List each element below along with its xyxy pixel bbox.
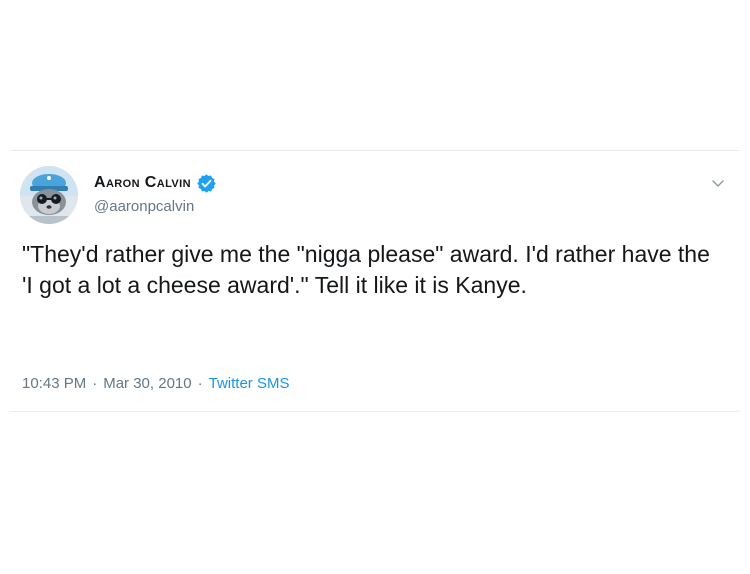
tweet-date[interactable]: Mar 30, 2010 (103, 375, 191, 392)
meta-separator: · (197, 375, 203, 392)
tweet-meta: 10:43 PM · Mar 30, 2010 · Twitter SMS (22, 375, 289, 392)
tweet-card: Aaron Calvin @aaronpcalvin "They'd rathe… (10, 150, 740, 412)
avatar[interactable] (20, 166, 78, 224)
verified-badge-icon (196, 173, 217, 194)
meta-separator: · (92, 375, 98, 392)
tweet-time[interactable]: 10:43 PM (22, 375, 86, 392)
tweet-text: "They'd rather give me the "nigga please… (22, 241, 710, 298)
avatar-image (20, 166, 78, 224)
tweet-source-link[interactable]: Twitter SMS (209, 375, 290, 392)
author-name-row: Aaron Calvin (94, 173, 217, 193)
author-display-name[interactable]: Aaron Calvin (94, 174, 191, 192)
author-handle[interactable]: @aaronpcalvin (94, 198, 194, 215)
chevron-down-icon[interactable] (710, 175, 726, 191)
